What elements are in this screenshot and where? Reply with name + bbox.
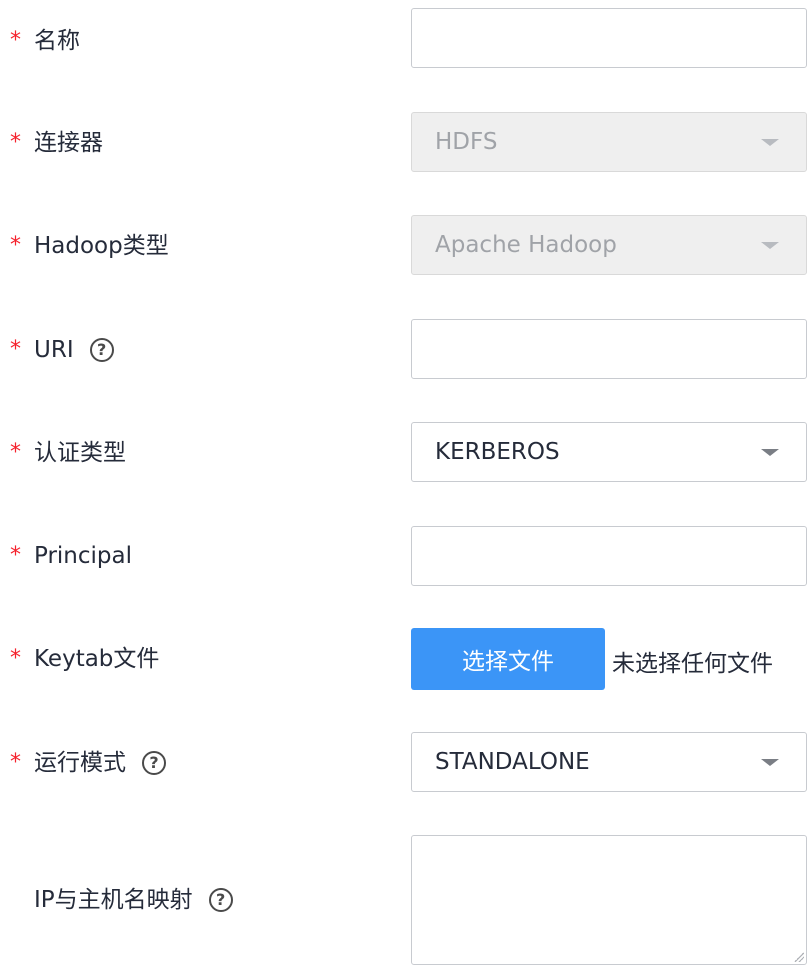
- hadoop-type-select-value: Apache Hadoop: [435, 232, 617, 258]
- choose-file-button[interactable]: 选择文件: [411, 628, 605, 690]
- connector-select-value: HDFS: [435, 129, 498, 155]
- ip-mapping-textarea[interactable]: [411, 835, 807, 965]
- name-label-group: * 名称: [10, 26, 80, 56]
- file-status-text: 未选择任何文件: [612, 651, 773, 677]
- name-label: 名称: [34, 28, 80, 54]
- keytab-label: Keytab文件: [34, 646, 160, 672]
- caret-down-icon: [761, 242, 779, 249]
- hadoop-type-select: Apache Hadoop: [411, 215, 807, 275]
- run-mode-label-group: * 运行模式 ?: [10, 748, 166, 778]
- form-row-hadoop-type: * Hadoop类型 Apache Hadoop: [0, 215, 811, 277]
- connector-label: 连接器: [34, 130, 103, 156]
- required-mark: *: [10, 337, 21, 362]
- name-input[interactable]: [411, 8, 807, 68]
- form-row-uri: * URI ?: [0, 319, 811, 381]
- form-row-connector: * 连接器 HDFS: [0, 112, 811, 174]
- ip-mapping-label-group: IP与主机名映射 ?: [34, 885, 233, 915]
- required-mark: *: [10, 440, 21, 465]
- resize-grip-icon[interactable]: [794, 952, 804, 962]
- question-circle-icon[interactable]: ?: [89, 338, 114, 362]
- hadoop-type-label: Hadoop类型: [34, 233, 169, 259]
- required-mark: *: [10, 28, 21, 53]
- required-mark: *: [10, 543, 21, 568]
- form-row-ip-mapping: IP与主机名映射 ?: [0, 835, 811, 965]
- auth-type-select-value: KERBEROS: [435, 439, 560, 465]
- form-row-keytab: * Keytab文件 选择文件 未选择任何文件: [0, 628, 811, 692]
- connector-label-group: * 连接器: [10, 128, 103, 158]
- run-mode-select-value: STANDALONE: [435, 749, 590, 775]
- question-circle-icon[interactable]: ?: [208, 888, 233, 912]
- form-row-principal: * Principal: [0, 526, 811, 588]
- required-mark: *: [10, 646, 21, 671]
- run-mode-select[interactable]: STANDALONE: [411, 732, 807, 792]
- caret-down-icon: [761, 449, 779, 456]
- principal-label-group: * Principal: [10, 541, 132, 571]
- keytab-label-group: * Keytab文件: [10, 644, 159, 674]
- connector-select: HDFS: [411, 112, 807, 172]
- form-row-name: * 名称: [0, 8, 811, 70]
- required-mark: *: [10, 750, 21, 775]
- question-circle-icon[interactable]: ?: [142, 751, 166, 775]
- auth-type-select[interactable]: KERBEROS: [411, 422, 807, 482]
- uri-label-group: * URI ?: [10, 335, 114, 365]
- uri-label: URI: [34, 337, 74, 363]
- required-mark: *: [10, 233, 21, 258]
- form-row-auth-type: * 认证类型 KERBEROS: [0, 422, 811, 484]
- caret-down-icon: [761, 759, 779, 766]
- ip-mapping-label: IP与主机名映射: [34, 887, 193, 913]
- caret-down-icon: [761, 139, 779, 146]
- required-mark: *: [10, 130, 21, 155]
- principal-input[interactable]: [411, 526, 807, 586]
- auth-type-label-group: * 认证类型: [10, 438, 126, 468]
- auth-type-label: 认证类型: [34, 440, 126, 466]
- run-mode-label: 运行模式: [34, 750, 126, 776]
- principal-label: Principal: [34, 543, 133, 569]
- hadoop-type-label-group: * Hadoop类型: [10, 231, 169, 261]
- uri-input[interactable]: [411, 319, 807, 379]
- form-row-run-mode: * 运行模式 ? STANDALONE: [0, 732, 811, 794]
